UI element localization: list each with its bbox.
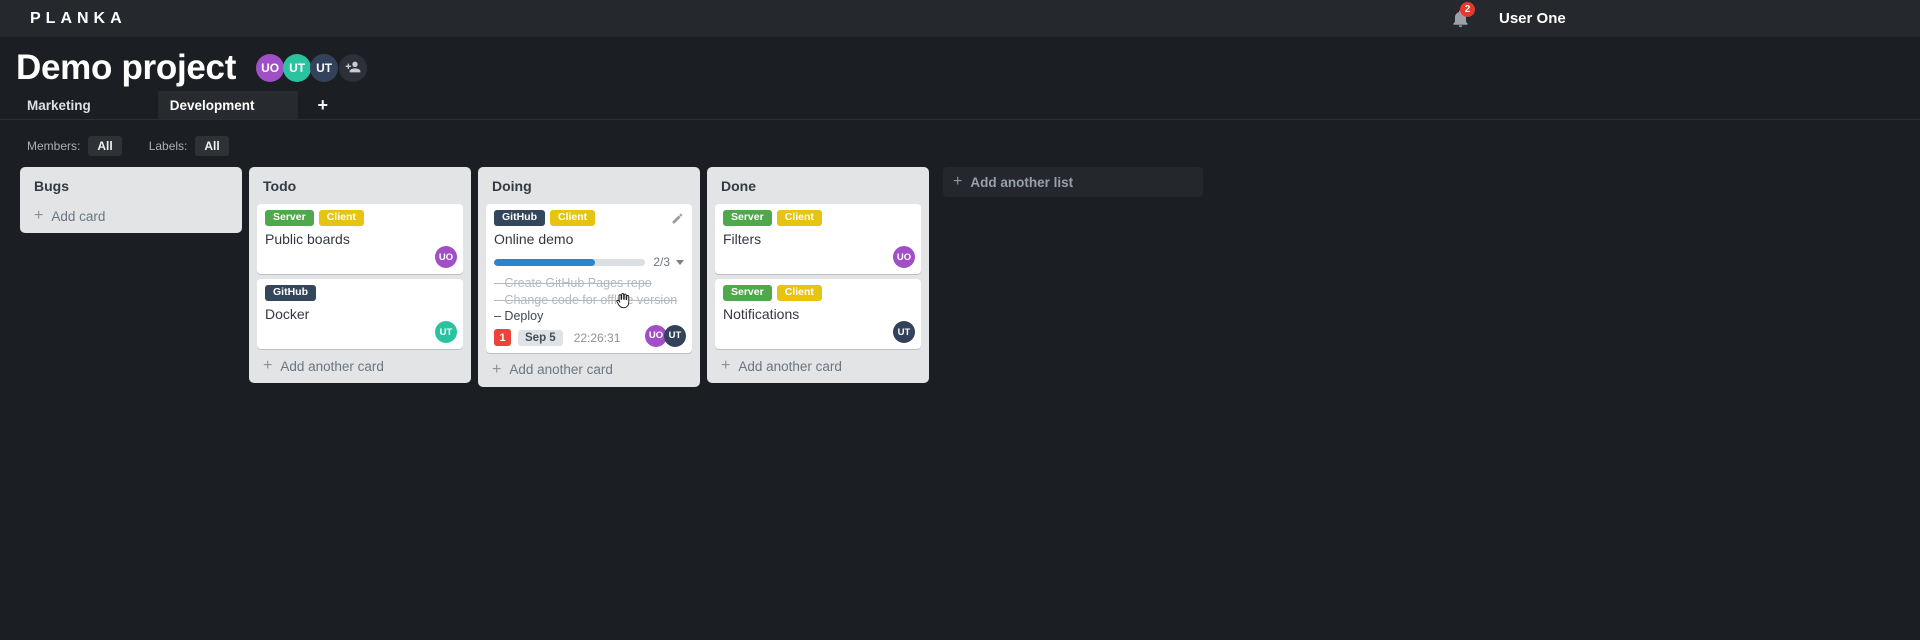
add-list-button[interactable]: + Add another list	[943, 167, 1203, 197]
card-labels: GitHub	[265, 285, 455, 301]
person-add-icon	[345, 59, 361, 78]
add-card-label: Add another card	[280, 358, 384, 374]
label-github: GitHub	[265, 285, 316, 301]
labels-filter-value[interactable]: All	[195, 136, 229, 156]
card-avatars: UO	[893, 246, 915, 268]
member-avatar-uo[interactable]: UO	[256, 54, 285, 82]
list-name-done[interactable]: Done	[715, 174, 921, 204]
task-item: – Deploy	[494, 309, 544, 323]
label-server: Server	[723, 210, 772, 226]
card-docker[interactable]: GitHub Docker UT	[257, 279, 463, 349]
label-client: Client	[318, 210, 364, 226]
card-public-boards[interactable]: Server Client Public boards UO	[257, 204, 463, 274]
task-item: – Create GitHub Pages repo	[494, 276, 652, 290]
add-card-label: Add another card	[738, 358, 842, 374]
card-labels: Server Client	[723, 210, 913, 226]
tasks-progress: 2/3	[494, 255, 684, 269]
timer-value[interactable]: 22:26:31	[574, 331, 621, 345]
user-menu[interactable]: User One	[1499, 10, 1566, 27]
card-avatar-ut: UT	[893, 321, 915, 343]
card-avatar-ut: UT	[435, 321, 457, 343]
card-avatars: UT	[435, 321, 457, 343]
card-labels: Server Client	[723, 285, 913, 301]
card-labels: GitHub Client	[494, 210, 684, 226]
board: Bugs + Add card Todo Server Client Public boar…	[20, 167, 1920, 387]
card-avatars: UO UT	[645, 324, 686, 347]
label-server: Server	[723, 285, 772, 301]
add-board-button[interactable]: +	[310, 91, 337, 119]
card-avatar-uo: UO	[435, 246, 457, 268]
card-title: Online demo	[494, 231, 574, 247]
edit-card-icon[interactable]	[671, 212, 684, 225]
tasks-toggle-caret[interactable]	[676, 259, 684, 265]
tab-marketing[interactable]: Marketing	[0, 91, 118, 119]
add-card-label: Add another card	[509, 362, 613, 377]
card-title: Filters	[723, 231, 762, 247]
list-name-doing[interactable]: Doing	[486, 174, 692, 204]
project-header: Demo project UO UT UT	[0, 37, 1920, 91]
progress-bar-fill	[494, 258, 595, 266]
tab-development[interactable]: Development	[157, 91, 298, 119]
members-filter-value[interactable]: All	[88, 136, 122, 156]
add-card-label: Add card	[51, 208, 106, 224]
add-card-button[interactable]: + Add another card	[257, 354, 463, 377]
add-member-button[interactable]	[339, 54, 368, 82]
label-client: Client	[776, 285, 822, 301]
add-card-button[interactable]: + Add another card	[715, 354, 921, 377]
task-item: – Change code for offline version	[494, 292, 678, 307]
card-online-demo[interactable]: GitHub Client Online demo 2/3– Create GitHu…	[486, 204, 692, 353]
card-notification-badge: 1	[494, 329, 511, 346]
list-todo: Todo Server Client Public boards UO GitHub Doc…	[249, 167, 471, 383]
card-title: Public boards	[265, 231, 350, 247]
app-logo[interactable]: PLANKA	[30, 10, 127, 28]
top-bar-actions: 2 User One	[1451, 0, 1566, 37]
card-filters[interactable]: Server Client Filters UO	[715, 204, 921, 274]
list-done: Done Server Client Filters UO Server Client Not…	[707, 167, 929, 383]
add-card-button[interactable]: + Add another card	[486, 358, 692, 381]
plus-icon: +	[34, 207, 44, 224]
label-client: Client	[550, 210, 596, 226]
add-list-label: Add another list	[970, 174, 1074, 190]
bell-icon	[1451, 9, 1470, 33]
list-name-bugs[interactable]: Bugs	[28, 174, 234, 204]
card-avatar-ut: UT	[664, 324, 686, 347]
list-name-todo[interactable]: Todo	[257, 174, 463, 204]
card-avatars: UT	[893, 321, 915, 343]
label-server: Server	[265, 210, 314, 226]
top-bar: PLANKA 2 User One	[0, 0, 1920, 37]
plus-icon: +	[721, 357, 731, 374]
plus-icon: +	[953, 173, 963, 190]
card-notifications[interactable]: Server Client Notifications UT	[715, 279, 921, 349]
due-date-badge[interactable]: Sep 5	[518, 329, 563, 346]
list-bugs: Bugs + Add card	[20, 167, 242, 233]
add-card-button[interactable]: + Add card	[28, 204, 234, 227]
progress-bar-track	[494, 258, 646, 266]
member-avatar-ut[interactable]: UT	[310, 54, 339, 82]
task-list: – Create GitHub Pages repo – Change code …	[494, 275, 684, 325]
card-title: Notifications	[723, 306, 800, 322]
member-avatar-ut[interactable]: UT	[283, 54, 312, 82]
card-title: Docker	[265, 306, 310, 322]
notification-badge: 2	[1460, 1, 1475, 17]
plus-icon: +	[263, 357, 273, 374]
card-labels: Server Client	[265, 210, 455, 226]
list-doing: Doing GitHub Client Online demo 2/3– Create …	[478, 167, 700, 387]
members-filter-label: Members:	[27, 139, 81, 153]
filter-bar: Members: All Labels: All	[27, 135, 1920, 157]
board-tabs: Marketing Development +	[0, 91, 1920, 120]
label-github: GitHub	[494, 210, 545, 226]
labels-filter-label: Labels:	[148, 139, 188, 153]
card-avatars: UO	[435, 246, 457, 268]
label-client: Client	[776, 210, 822, 226]
progress-count: 2/3	[653, 255, 684, 269]
project-members: UO UT UT	[256, 54, 339, 82]
notifications-button[interactable]: 2	[1451, 1, 1475, 29]
plus-icon: +	[492, 360, 502, 378]
card-avatar-uo: UO	[893, 246, 915, 268]
project-title: Demo project	[16, 48, 237, 87]
